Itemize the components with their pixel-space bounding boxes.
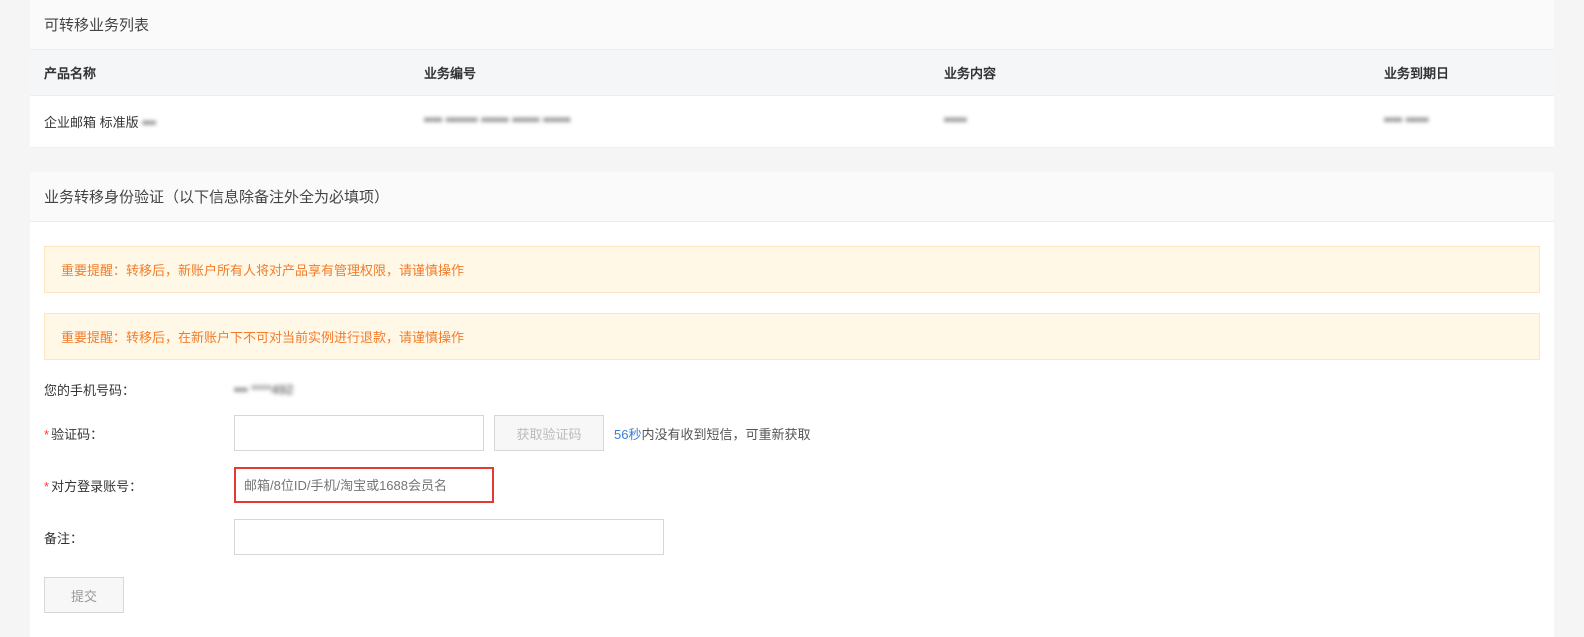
section-list-title: 可转移业务列表 [30, 0, 1554, 50]
phone-label: 您的手机号码： [44, 380, 234, 399]
cell-product-name-text: 企业邮箱 标准版 [44, 115, 142, 130]
resend-hint: 56秒内没有收到短信，可重新获取 [614, 424, 810, 443]
col-header-product-name: 产品名称 [30, 50, 410, 95]
col-header-business-code: 业务编号 [410, 50, 930, 95]
cell-expire: •••• ••••• [1370, 96, 1554, 147]
warning-2-label: 重要提醒： [61, 330, 126, 345]
cell-product-name: 企业邮箱 标准版 ••• [30, 96, 410, 147]
cell-business-content-masked: ••••• [944, 112, 967, 127]
table-header: 产品名称 业务编号 业务内容 业务到期日 [30, 50, 1554, 96]
section-verify-title: 业务转移身份验证（以下信息除备注外全为必填项） [30, 172, 1554, 222]
cell-product-name-masked: ••• [142, 115, 156, 130]
code-label: *验证码： [44, 424, 234, 443]
col-header-expire: 业务到期日 [1370, 50, 1554, 95]
warning-1-label: 重要提醒： [61, 263, 126, 278]
target-account-label: *对方登录账号： [44, 476, 234, 495]
warning-2-text: 转移后，在新账户下不可对当前实例进行退款，请谨慎操作 [126, 330, 464, 345]
col-header-business-content: 业务内容 [930, 50, 1370, 95]
required-icon: * [44, 479, 49, 494]
cell-expire-masked: •••• ••••• [1384, 112, 1429, 127]
remark-label: 备注： [44, 528, 234, 547]
verify-code-input[interactable] [234, 415, 484, 451]
cell-business-code: •••• ••••••• •••••• •••••• •••••• [410, 96, 930, 147]
target-account-input[interactable] [234, 467, 494, 503]
submit-button[interactable]: 提交 [44, 577, 124, 613]
remark-input[interactable] [234, 519, 664, 555]
table-row: 企业邮箱 标准版 ••• •••• ••••••• •••••• •••••• … [30, 96, 1554, 148]
resend-seconds: 56秒 [614, 427, 641, 442]
cell-business-content: ••••• [930, 96, 1370, 147]
warning-1-text: 转移后，新账户所有人将对产品享有管理权限，请谨慎操作 [126, 263, 464, 278]
get-code-button[interactable]: 获取验证码 [494, 415, 604, 451]
warning-box-2: 重要提醒：转移后，在新账户下不可对当前实例进行退款，请谨慎操作 [44, 313, 1540, 360]
phone-value: ••• ****492 [234, 382, 293, 397]
cell-business-code-masked: •••• ••••••• •••••• •••••• •••••• [424, 112, 570, 127]
warning-box-1: 重要提醒：转移后，新账户所有人将对产品享有管理权限，请谨慎操作 [44, 246, 1540, 293]
required-icon: * [44, 427, 49, 442]
